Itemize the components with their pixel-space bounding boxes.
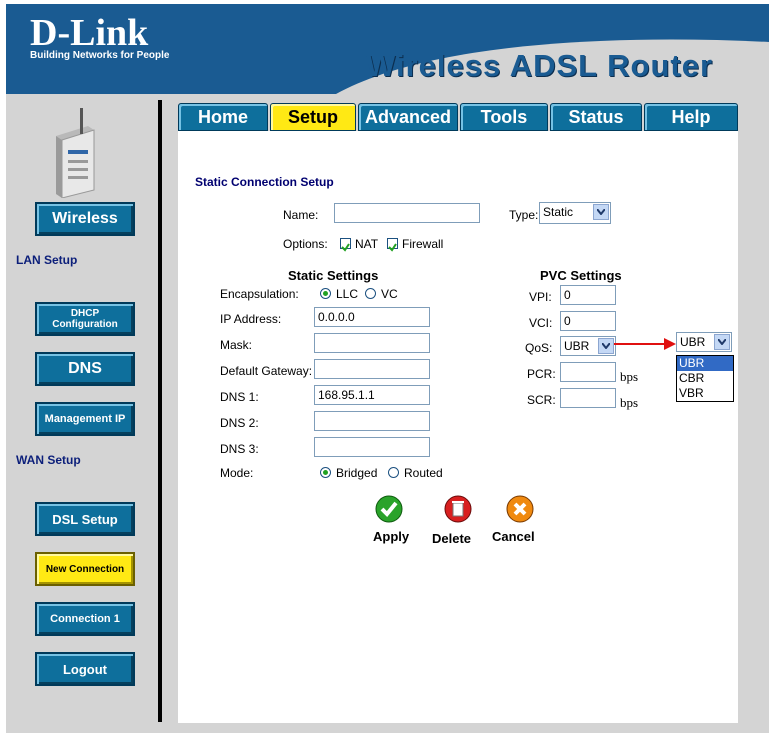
sidebar-dns-button[interactable]: DNS [35, 352, 135, 386]
product-title: Wireless ADSL Router [366, 48, 714, 83]
router-device-icon [56, 108, 95, 198]
sidebar-connection1-button[interactable]: Connection 1 [35, 602, 135, 636]
routed-label: Routed [404, 466, 443, 480]
chevron-down-icon [714, 334, 730, 350]
tab-tools[interactable]: Tools [460, 103, 548, 131]
qos-select[interactable]: UBR [560, 336, 616, 356]
dns2-input[interactable] [314, 411, 430, 431]
sidebar-management-ip-button[interactable]: Management IP [35, 402, 135, 436]
cancel-x-icon[interactable] [505, 494, 535, 524]
cancel-label[interactable]: Cancel [492, 529, 535, 544]
vci-input[interactable] [560, 311, 616, 331]
scr-label: SCR: [527, 393, 556, 407]
vpi-label: VPI: [529, 290, 552, 304]
qos-dropdown-list: UBR CBR VBR [676, 355, 734, 402]
qos-expanded-select[interactable]: UBR [676, 332, 732, 352]
name-input[interactable] [334, 203, 480, 223]
dns1-label: DNS 1: [220, 390, 259, 404]
tab-setup[interactable]: Setup [270, 103, 356, 131]
dns3-label: DNS 3: [220, 442, 259, 456]
scr-unit: bps [620, 395, 639, 410]
chevron-down-icon [593, 204, 609, 220]
tab-status[interactable]: Status [550, 103, 642, 131]
sidebar-divider [158, 100, 162, 722]
pvc-settings-header: PVC Settings [540, 268, 622, 283]
vc-radio[interactable] [365, 288, 376, 299]
firewall-checkbox[interactable] [387, 238, 398, 252]
qos-expanded-value: UBR [680, 335, 706, 349]
qos-label: QoS: [525, 341, 553, 355]
content-panel: Static Connection Setup Name: Type: Stat… [178, 131, 738, 723]
router-page: D-Link Building Networks for People Wire… [6, 4, 769, 733]
dns3-input[interactable] [314, 437, 430, 457]
delete-trash-icon[interactable] [443, 494, 473, 524]
red-arrow-icon [614, 338, 676, 350]
dns1-input[interactable] [314, 385, 430, 405]
bridged-label: Bridged [336, 466, 378, 480]
mask-label: Mask: [220, 338, 253, 352]
pcr-unit: bps [620, 369, 639, 384]
nat-checkbox[interactable] [340, 238, 351, 252]
tab-home[interactable]: Home [178, 103, 268, 131]
qos-select-value: UBR [564, 339, 590, 353]
llc-radio[interactable] [320, 288, 331, 299]
header-banner: D-Link Building Networks for People Wire… [6, 4, 769, 94]
scr-input[interactable] [560, 388, 616, 408]
vci-label: VCI: [529, 316, 553, 330]
default-gateway-input[interactable] [314, 359, 430, 379]
sidebar-new-connection-button[interactable]: New Connection [35, 552, 135, 586]
ip-address-label: IP Address: [220, 312, 282, 326]
ip-address-input[interactable] [314, 307, 430, 327]
chevron-down-icon [598, 338, 614, 354]
lan-setup-label: LAN Setup [16, 253, 78, 267]
dlink-tagline: Building Networks for People [30, 50, 170, 61]
sidebar-dhcp-button[interactable]: DHCP Configuration [35, 302, 135, 336]
type-select[interactable]: Static [539, 202, 611, 224]
vpi-input[interactable] [560, 285, 616, 305]
dlink-logo: D-Link [30, 12, 149, 54]
pcr-label: PCR: [527, 367, 556, 381]
firewall-label: Firewall [402, 237, 444, 251]
type-select-value: Static [543, 205, 574, 219]
sidebar-dsl-setup-button[interactable]: DSL Setup [35, 502, 135, 536]
wan-setup-label: WAN Setup [16, 453, 81, 467]
dns2-label: DNS 2: [220, 416, 259, 430]
sidebar-logout-button[interactable]: Logout [35, 652, 135, 686]
delete-label[interactable]: Delete [432, 531, 471, 546]
encapsulation-label: Encapsulation: [220, 287, 299, 301]
static-settings-header: Static Settings [288, 268, 379, 283]
pcr-input[interactable] [560, 362, 616, 382]
type-label: Type: [509, 208, 539, 222]
mask-input[interactable] [314, 333, 430, 353]
mode-label: Mode: [220, 466, 254, 480]
options-label: Options: [283, 237, 328, 251]
bridged-radio[interactable] [320, 467, 331, 478]
name-label: Name: [283, 208, 319, 222]
apply-label[interactable]: Apply [373, 529, 409, 544]
routed-radio[interactable] [388, 467, 399, 478]
sidebar-wireless-button[interactable]: Wireless [35, 202, 135, 236]
qos-option-vbr[interactable]: VBR [677, 386, 733, 401]
vc-label: VC [381, 287, 398, 301]
qos-option-cbr[interactable]: CBR [677, 371, 733, 386]
apply-check-icon[interactable] [374, 494, 404, 524]
default-gateway-label: Default Gateway: [220, 364, 313, 378]
qos-option-ubr[interactable]: UBR [677, 356, 733, 371]
tab-advanced[interactable]: Advanced [358, 103, 458, 131]
llc-label: LLC [336, 287, 359, 301]
nat-label: NAT [355, 237, 379, 251]
tab-help[interactable]: Help [644, 103, 738, 131]
form-title: Static Connection Setup [195, 175, 334, 189]
